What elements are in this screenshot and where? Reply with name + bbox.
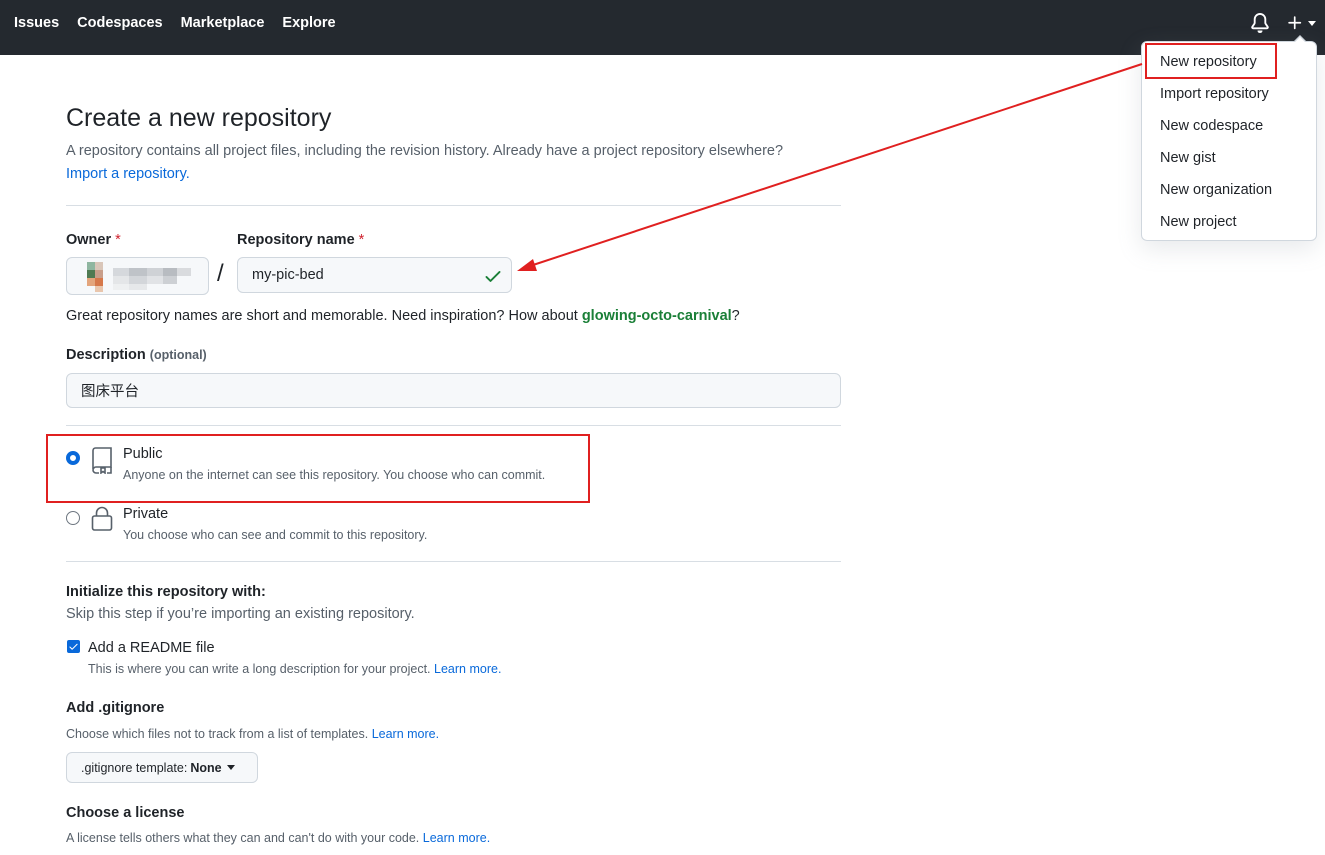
nav-codespaces[interactable]: Codespaces (77, 15, 162, 31)
header-nav: Issues Codespaces Marketplace Explore (14, 0, 354, 46)
repo-name-label: Repository name * (237, 232, 365, 248)
private-radio[interactable] (66, 511, 80, 525)
gitignore-learn-more-link[interactable]: Learn more. (372, 727, 439, 741)
check-icon (69, 643, 78, 650)
divider (66, 205, 841, 206)
suggested-name[interactable]: glowing-octo-carnival (582, 308, 732, 324)
readme-learn-more-link[interactable]: Learn more. (434, 662, 501, 676)
divider (66, 561, 841, 562)
initialize-title: Initialize this repository with: (66, 584, 266, 600)
lock-icon (90, 505, 114, 533)
owner-repo-separator: / (217, 260, 224, 287)
app-header: Issues Codespaces Marketplace Explore (0, 0, 1325, 55)
readme-checkbox[interactable] (67, 640, 80, 653)
plus-icon (1288, 16, 1302, 30)
owner-label: Owner * (66, 232, 121, 248)
menu-item-new-project[interactable]: New project (1160, 214, 1237, 230)
page-title: Create a new repository (66, 104, 332, 132)
description-input[interactable]: 图床平台 (66, 373, 841, 408)
private-description: You choose who can see and commit to thi… (123, 528, 428, 542)
repository-name-input[interactable]: my-pic-bed (237, 257, 512, 293)
gitignore-template-select[interactable]: .gitignore template: None (66, 752, 258, 783)
license-learn-more-link[interactable]: Learn more. (423, 831, 490, 845)
divider (66, 425, 841, 426)
menu-caret-inner (1294, 36, 1306, 43)
menu-item-new-codespace[interactable]: New codespace (1160, 118, 1263, 134)
initialize-subtitle: Skip this step if you’re importing an ex… (66, 606, 415, 622)
license-title: Choose a license (66, 805, 185, 821)
nav-issues[interactable]: Issues (14, 15, 59, 31)
owner-select[interactable] (66, 257, 209, 295)
nav-marketplace[interactable]: Marketplace (181, 15, 265, 31)
check-icon (483, 266, 503, 286)
import-repository-link[interactable]: Import a repository. (66, 166, 190, 182)
chevron-down-icon (1308, 20, 1316, 26)
annotation-box-public (46, 434, 590, 503)
readme-label[interactable]: Add a README file (88, 640, 215, 656)
menu-item-new-gist[interactable]: New gist (1160, 150, 1216, 166)
gitignore-description: Choose which files not to track from a l… (66, 727, 440, 741)
gitignore-title: Add .gitignore (66, 700, 165, 716)
menu-item-new-organization[interactable]: New organization (1160, 182, 1272, 198)
menu-item-import-repository[interactable]: Import repository (1160, 86, 1269, 102)
private-title: Private (123, 506, 169, 522)
page-subtitle: A repository contains all project files,… (66, 143, 784, 159)
chevron-down-icon (226, 765, 235, 770)
description-label: Description (optional) (66, 347, 207, 363)
nav-explore[interactable]: Explore (282, 15, 335, 31)
license-description: A license tells others what they can and… (66, 831, 491, 845)
repo-name-hint: Great repository names are short and mem… (66, 308, 740, 324)
readme-description: This is where you can write a long descr… (88, 662, 502, 676)
create-new-dropdown[interactable] (1286, 12, 1320, 34)
annotation-box-new-repository (1145, 43, 1277, 79)
bell-icon[interactable] (1250, 13, 1270, 33)
